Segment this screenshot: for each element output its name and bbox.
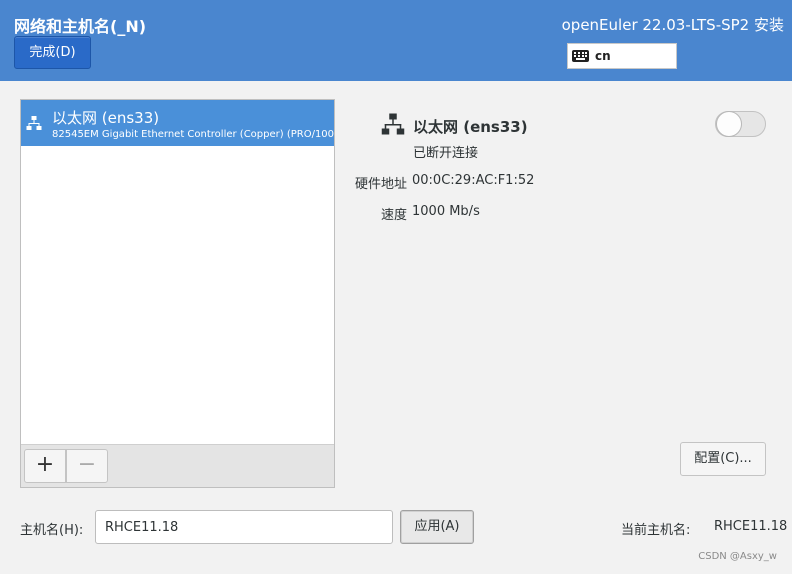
- current-hostname-value: RHCE11.18: [714, 519, 788, 534]
- network-wired-icon: [381, 112, 405, 140]
- keyboard-layout-indicator[interactable]: cn: [567, 43, 677, 69]
- add-device-button[interactable]: +: [24, 449, 66, 483]
- device-description: 82545EM Gigabit Ethernet Controller (Cop…: [52, 129, 334, 140]
- watermark: CSDN @Asxy_w: [698, 551, 777, 562]
- done-button[interactable]: 完成(D): [14, 36, 91, 69]
- hardware-address-value: 00:0C:29:AC:F1:52: [412, 173, 535, 188]
- network-device-list: 以太网 (ens33) 82545EM Gigabit Ethernet Con…: [20, 99, 335, 488]
- page-title: 网络和主机名(_N): [14, 17, 147, 36]
- remove-device-button[interactable]: −: [66, 449, 108, 483]
- network-wired-icon: [26, 115, 42, 135]
- header-bar: 网络和主机名(_N) 完成(D) openEuler 22.03-LTS-SP2…: [0, 0, 792, 81]
- configure-button[interactable]: 配置(C)...: [680, 442, 766, 476]
- current-hostname-label: 当前主机名:: [621, 523, 691, 538]
- hardware-address-label: 硬件地址: [354, 177, 407, 192]
- product-title: openEuler 22.03-LTS-SP2 安装: [561, 16, 784, 34]
- hostname-input[interactable]: [95, 510, 393, 544]
- speed-label: 速度: [380, 208, 407, 223]
- list-item[interactable]: 以太网 (ens33) 82545EM Gigabit Ethernet Con…: [21, 100, 334, 146]
- device-detail-title: 以太网 (ens33): [413, 118, 528, 136]
- device-name: 以太网 (ens33): [52, 109, 160, 127]
- toggle-knob: [716, 111, 742, 137]
- connection-toggle[interactable]: [715, 111, 766, 137]
- apply-hostname-button[interactable]: 应用(A): [400, 510, 474, 544]
- keyboard-layout-label: cn: [595, 49, 611, 63]
- keyboard-icon: [572, 50, 589, 62]
- connection-status: 已断开连接: [413, 146, 479, 161]
- list-toolbar: + −: [21, 444, 334, 487]
- speed-value: 1000 Mb/s: [412, 204, 480, 219]
- hostname-label: 主机名(H):: [20, 523, 84, 538]
